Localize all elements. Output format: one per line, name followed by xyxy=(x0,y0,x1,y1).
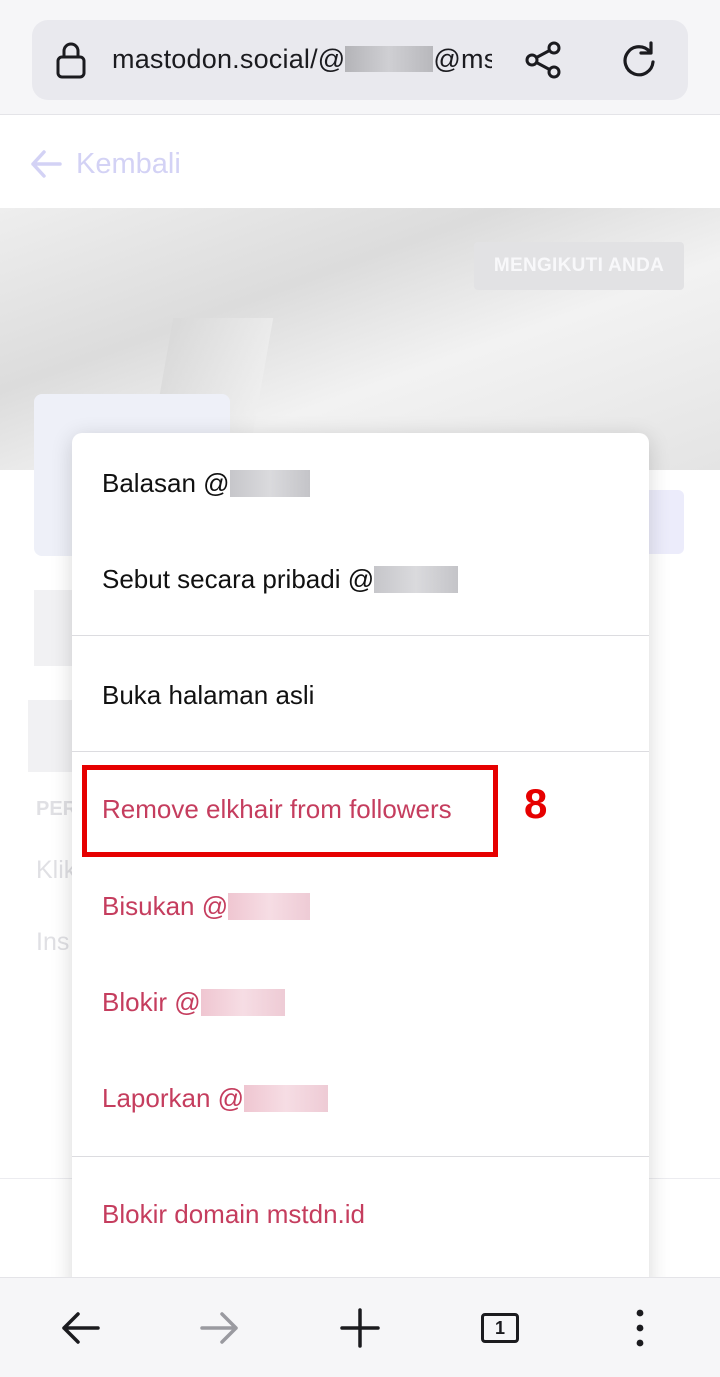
menu-item-report[interactable]: Laporkan @ xyxy=(72,1050,649,1146)
lock-icon xyxy=(56,42,86,79)
tab-count-icon[interactable]: 1 xyxy=(478,1306,522,1350)
menu-item-block[interactable]: Blokir @ xyxy=(72,954,649,1050)
arrow-left-icon[interactable] xyxy=(58,1306,102,1350)
menu-item-label: Laporkan @ xyxy=(102,1082,245,1113)
redacted-username xyxy=(229,469,310,497)
menu-item-label: Buka halaman asli xyxy=(102,679,315,710)
redacted-username xyxy=(345,46,434,72)
ghost-text-line: Ins xyxy=(36,928,70,956)
menu-divider xyxy=(72,635,649,636)
menu-item-label: Balasan @ xyxy=(102,467,230,498)
annotation-step-number: 8 xyxy=(524,780,548,827)
url-prefix: mastodon.social/@ xyxy=(112,44,346,74)
follows-you-badge: MENGIKUTI ANDA xyxy=(474,242,684,290)
redacted-username xyxy=(200,988,285,1016)
bio-placeholder xyxy=(28,700,72,772)
menu-item-label: Bisukan @ xyxy=(102,890,229,921)
arrow-left-icon xyxy=(31,150,62,178)
menu-divider xyxy=(72,1156,649,1157)
menu-item-label: Blokir @ xyxy=(102,986,201,1017)
url-text[interactable]: mastodon.social/@ @mst xyxy=(112,44,492,75)
share-icon[interactable] xyxy=(522,38,566,82)
ghost-text-line: Klik xyxy=(36,856,77,884)
menu-item-open-original[interactable]: Buka halaman asli xyxy=(72,647,649,743)
browser-bottom-bar: 1 xyxy=(0,1277,720,1377)
account-context-menu: Balasan @ Sebut secara pribadi @ Buka ha… xyxy=(72,433,649,1293)
reload-icon[interactable] xyxy=(617,38,661,82)
more-vertical-icon[interactable] xyxy=(618,1306,662,1350)
menu-item-direct-mention[interactable]: Sebut secara pribadi @ xyxy=(72,531,649,627)
plus-icon[interactable] xyxy=(338,1306,382,1350)
url-suffix: @mst xyxy=(433,44,492,74)
annotation-highlight-box xyxy=(82,765,498,857)
menu-item-block-domain[interactable]: Blokir domain mstdn.id xyxy=(72,1166,649,1262)
address-bar[interactable]: mastodon.social/@ @mst xyxy=(32,20,688,100)
menu-item-reply[interactable]: Balasan @ xyxy=(72,435,649,531)
display-name-placeholder xyxy=(34,590,72,666)
back-label: Kembali xyxy=(76,147,181,180)
menu-divider xyxy=(72,751,649,752)
redacted-username xyxy=(374,565,459,593)
tab-count: 1 xyxy=(481,1313,519,1343)
section-heading: PER xyxy=(36,798,78,820)
menu-item-label: Sebut secara pribadi @ xyxy=(102,563,375,594)
menu-item-label: Blokir domain mstdn.id xyxy=(102,1198,365,1229)
redacted-username xyxy=(244,1084,329,1112)
menu-item-mute[interactable]: Bisukan @ xyxy=(72,858,649,954)
arrow-right-icon[interactable] xyxy=(198,1306,242,1350)
browser-toolbar: mastodon.social/@ @mst xyxy=(0,0,720,115)
back-link[interactable]: Kembali xyxy=(30,144,181,184)
redacted-username xyxy=(228,892,311,920)
